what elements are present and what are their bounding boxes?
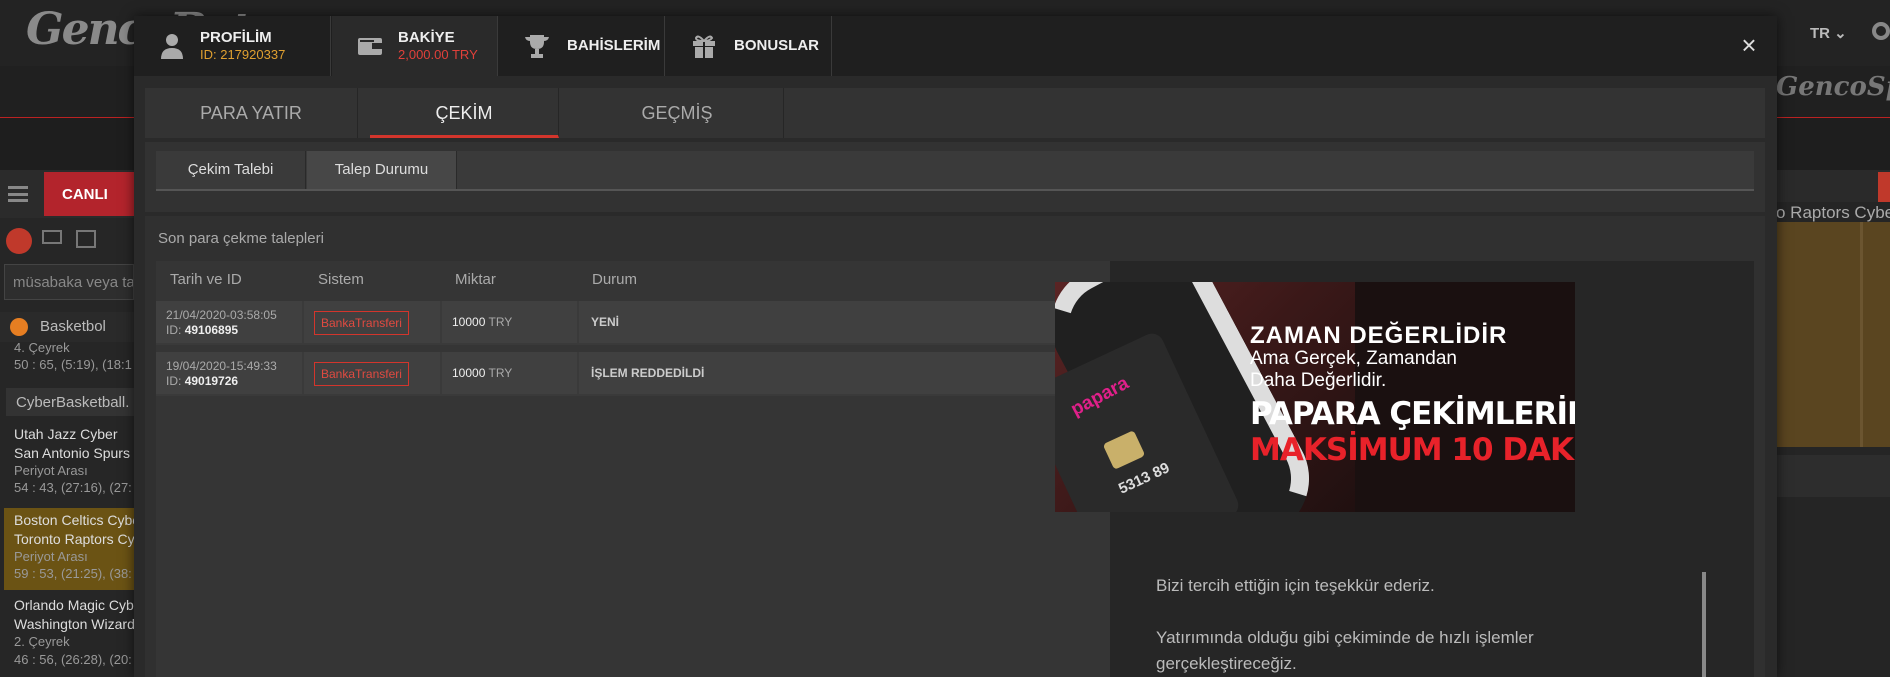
balance-amount: 2,000.00 TRY — [398, 47, 478, 62]
user-icon — [161, 34, 183, 59]
match-line: 2. Çeyrek — [14, 634, 70, 649]
match-line: San Antonio Spurs C — [14, 445, 134, 461]
globe-icon[interactable] — [6, 228, 32, 254]
banner-subline: Ama Gerçek, Zamandan Daha Değerlidir. — [1250, 348, 1457, 391]
row-status: İŞLEM REDDEDİLDİ — [591, 366, 705, 380]
right-red-tab[interactable] — [1878, 172, 1890, 202]
tab-history[interactable]: GEÇMİŞ — [571, 88, 784, 138]
row-amount: 10000 — [452, 366, 486, 380]
tab-deposit[interactable]: PARA YATIR — [145, 88, 358, 138]
match-search-input[interactable]: müsabaka veya ta — [4, 264, 134, 300]
row-id-label: ID: — [166, 323, 182, 337]
row-id: 49019726 — [184, 374, 239, 388]
modal-header: PROFİLİM ID: 217920337 BAKİYE 2,000.00 T… — [134, 16, 1777, 76]
right-panel-box — [1776, 455, 1890, 497]
right-match-title: o Raptors Cyber — [1776, 203, 1890, 222]
match-line: 50 : 65, (5:19), (18:1 — [14, 357, 132, 372]
list-icon[interactable] — [76, 230, 96, 248]
row-currency: TRY — [488, 366, 513, 380]
tab-withdraw[interactable]: ÇEKİM — [370, 88, 559, 138]
profile-id: ID: 217920337 — [200, 47, 286, 62]
content-title: Son para çekme talepleri — [158, 230, 324, 247]
gear-icon[interactable] — [1872, 22, 1890, 40]
match-line: Periyot Arası — [14, 463, 88, 478]
row-date: 19/04/2020-15:49:33 — [166, 359, 277, 373]
tab-bonuses-title: BONUSLAR — [734, 37, 819, 54]
court-line — [1860, 222, 1863, 447]
banner-promo-white: PAPARA ÇEKİMLERİNİZ — [1250, 396, 1575, 432]
cell-system: BankaTransferi — [304, 352, 440, 394]
info-text: Bizi tercih ettiğin için teşekkür ederiz… — [1156, 573, 1596, 677]
header-system: Sistem — [318, 271, 364, 288]
close-icon[interactable]: × — [1734, 30, 1764, 60]
league-header[interactable]: CyberBasketball. — [6, 388, 134, 416]
brand-logo-right: GencoSpor — [1776, 72, 1890, 102]
wallet-icon — [358, 38, 382, 55]
match-line: Toronto Raptors Cyb — [14, 531, 134, 547]
system-badge: BankaTransferi — [314, 362, 409, 386]
row-id-label: ID: — [166, 374, 182, 388]
trophy-icon — [525, 35, 549, 58]
live-button[interactable]: CANLI — [44, 172, 134, 216]
tab-profile[interactable]: PROFİLİM ID: 217920337 — [134, 16, 331, 76]
gift-icon — [693, 35, 715, 58]
table-row[interactable]: 21/04/2020-03:58:05 ID: 49106895 BankaTra… — [156, 301, 1110, 345]
tab-my-bets-title: BAHİSLERİM — [567, 37, 661, 54]
menu-icon[interactable] — [8, 186, 28, 202]
court-visual — [1776, 222, 1890, 447]
banner-headline: ZAMAN DEĞERLİDİR — [1250, 322, 1508, 349]
cell-amount: 10000 TRY — [442, 301, 577, 343]
match-line: Washington Wizard — [14, 616, 134, 632]
row-status: YENİ — [591, 315, 620, 329]
cell-status: YENİ — [579, 301, 1110, 343]
cell-amount: 10000 TRY — [442, 352, 577, 394]
match-line: 4. Çeyrek — [14, 340, 70, 355]
info-paragraph: Yatırımında olduğu gibi çekiminde de hız… — [1156, 628, 1534, 673]
language-select[interactable]: TR ⌄ — [1810, 24, 1847, 42]
match-line: Orlando Magic Cybe — [14, 597, 134, 613]
scrollbar[interactable] — [1702, 572, 1706, 677]
tab-bonuses[interactable]: BONUSLAR — [666, 16, 832, 76]
match-line: 54 : 43, (27:16), (27: — [14, 480, 132, 495]
monitor-icon[interactable] — [42, 230, 62, 244]
tab-withdraw-request[interactable]: Çekim Talebi — [156, 151, 306, 189]
tab-request-status[interactable]: Talep Durumu — [307, 151, 457, 189]
cell-status: İŞLEM REDDEDİLDİ — [579, 352, 1110, 394]
papara-promo-banner[interactable]: papara 5313 89 ZAMAN DEĞERLİDİR Ama Gerç… — [1055, 282, 1575, 512]
row-date: 21/04/2020-03:58:05 — [166, 308, 277, 322]
match-line: Utah Jazz Cyber — [14, 426, 118, 442]
match-line: 46 : 56, (26:28), (20: — [14, 652, 132, 667]
info-paragraph: Bizi tercih ettiğin için teşekkür ederiz… — [1156, 576, 1435, 595]
header-date-id: Tarih ve ID — [170, 271, 242, 288]
table-row[interactable]: 19/04/2020-15:49:33 ID: 49019726 BankaTra… — [156, 352, 1110, 396]
cell-date: 21/04/2020-03:58:05 ID: 49106895 — [156, 301, 302, 343]
section-tabs: PARA YATIR ÇEKİM GEÇMİŞ — [145, 88, 1765, 138]
banner-promo-red: MAKSİMUM 10 DAKİKA! — [1250, 432, 1575, 468]
tab-balance[interactable]: BAKİYE 2,000.00 TRY — [332, 16, 498, 76]
match-line: Boston Celtics Cyber — [14, 512, 134, 528]
row-id: 49106895 — [184, 323, 239, 337]
cell-system: BankaTransferi — [304, 301, 440, 343]
tab-my-bets[interactable]: BAHİSLERİM — [499, 16, 665, 76]
cell-date: 19/04/2020-15:49:33 ID: 49019726 — [156, 352, 302, 394]
system-badge: BankaTransferi — [314, 311, 409, 335]
row-currency: TRY — [488, 315, 513, 329]
right-panel-header — [1776, 170, 1890, 202]
basketball-icon — [10, 318, 28, 336]
match-line: 59 : 53, (21:25), (38: — [14, 566, 132, 581]
header-status: Durum — [592, 271, 638, 288]
tab-profile-title: PROFİLİM — [200, 29, 272, 46]
match-line: Periyot Arası — [14, 549, 88, 564]
sub-tabs: Çekim Talebi Talep Durumu — [156, 151, 1754, 191]
header-amount: Miktar — [455, 271, 496, 288]
row-amount: 10000 — [452, 315, 486, 329]
tab-balance-title: BAKİYE — [398, 29, 455, 46]
